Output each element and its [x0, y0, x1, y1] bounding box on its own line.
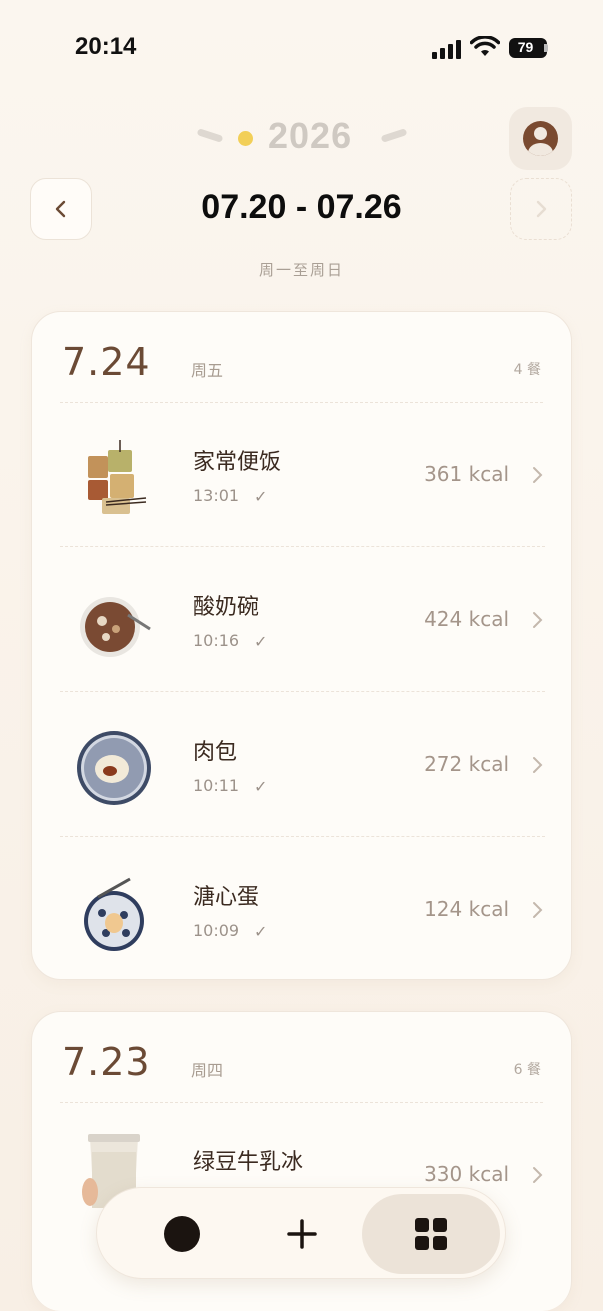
day-header: 7.23 周四 6 餐: [60, 1012, 543, 1103]
day-weekday: 周五: [191, 361, 224, 380]
meal-photo: [77, 731, 151, 805]
battery-tip: [544, 44, 548, 52]
tab-add[interactable]: [237, 1194, 367, 1274]
check-icon: ✓: [254, 777, 268, 796]
year-decor-dash-right: [380, 128, 408, 143]
meal-name: 肉包: [193, 740, 238, 765]
check-icon: ✓: [254, 487, 268, 506]
meal-photo: [88, 440, 147, 514]
year-decor-dot: [238, 131, 253, 146]
year-decor-dash-left: [196, 128, 224, 143]
battery-icon: 79: [509, 38, 547, 58]
meal-item[interactable]: 家常便饭 13:01 ✓ 361 kcal: [32, 402, 571, 547]
week-range-subtitle: 周一至周日: [258, 261, 344, 279]
meal-time: 13:01: [193, 486, 240, 505]
profile-button[interactable]: [509, 107, 572, 170]
meal-kcal: 330 kcal: [424, 1162, 509, 1186]
next-week-button[interactable]: [510, 178, 572, 240]
meal-kcal: 424 kcal: [424, 607, 509, 631]
cellular-signal-icon: [432, 39, 464, 59]
check-icon: ✓: [254, 922, 268, 941]
chevron-right-icon: [533, 757, 543, 773]
year-label: 2026: [268, 115, 353, 156]
check-icon: ✓: [254, 632, 268, 651]
chevron-right-icon: [533, 902, 543, 918]
meal-item[interactable]: 溏心蛋 10:09 ✓ 124 kcal: [32, 837, 571, 979]
tab-record[interactable]: [117, 1194, 247, 1274]
meal-photo: [80, 597, 151, 657]
meal-time: 10:11: [193, 776, 240, 795]
meal-item[interactable]: 肉包 10:11 ✓ 272 kcal: [32, 692, 571, 837]
meal-count: 4 餐: [513, 362, 541, 378]
chevron-right-icon: [533, 467, 543, 483]
battery-level: 79: [517, 39, 534, 55]
add-icon: [287, 1219, 317, 1249]
meal-count: 6 餐: [513, 1062, 541, 1078]
day-card: 7.24 周五 4 餐 家常便饭 13:01 ✓ 361 kcal 酸奶碗 10…: [31, 311, 572, 980]
day-weekday: 周四: [191, 1061, 224, 1080]
record-dot-icon: [164, 1216, 200, 1252]
grid-icon: [415, 1218, 447, 1250]
meal-kcal: 361 kcal: [424, 462, 509, 486]
bottom-tab-bar: [96, 1187, 506, 1279]
user-avatar-icon: [523, 121, 558, 156]
chevron-right-icon: [536, 200, 547, 218]
day-date: 7.23: [62, 1040, 151, 1084]
chevron-right-icon: [533, 612, 543, 628]
meal-photo: [84, 877, 144, 951]
chevron-right-icon: [533, 1167, 543, 1183]
meal-name: 溏心蛋: [193, 885, 260, 910]
day-date: 7.24: [62, 340, 151, 384]
status-time: 20:14: [75, 33, 137, 60]
wifi-icon: [470, 36, 500, 56]
meal-time: 10:16: [193, 631, 240, 650]
meal-kcal: 124 kcal: [424, 897, 509, 921]
meal-item[interactable]: 酸奶碗 10:16 ✓ 424 kcal: [32, 547, 571, 692]
meal-time: 10:09: [193, 921, 240, 940]
meal-name: 家常便饭: [193, 450, 282, 475]
meal-name: 绿豆牛乳冰: [193, 1150, 304, 1175]
tab-overview[interactable]: [362, 1194, 500, 1274]
status-bar: 20:14 79: [0, 0, 603, 80]
meal-kcal: 272 kcal: [424, 752, 509, 776]
day-header: 7.24 周五 4 餐: [60, 312, 543, 403]
meal-name: 酸奶碗: [193, 595, 260, 620]
